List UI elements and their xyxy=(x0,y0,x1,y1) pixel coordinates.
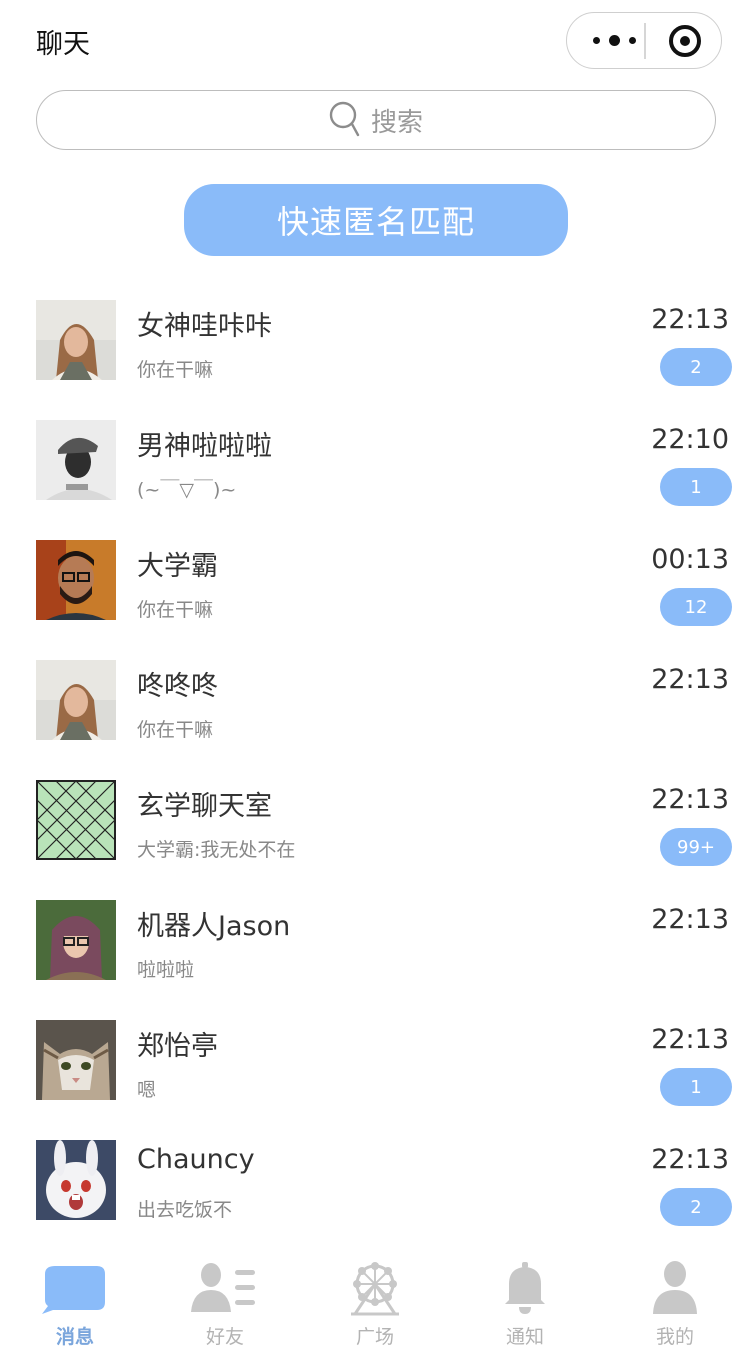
chat-item[interactable]: 男神啦啦啦 (~￣▽￣)~ 22:10 1 xyxy=(0,400,750,520)
avatar xyxy=(36,540,116,620)
avatar xyxy=(36,300,116,380)
unread-badge: 1 xyxy=(660,1068,732,1106)
tab-bar: 消息 好友 广场 通知 我的 xyxy=(0,1250,750,1360)
chat-bubble-icon xyxy=(42,1266,105,1314)
chat-item[interactable]: 玄学聊天室 大学霸:我无处不在 22:13 99+ xyxy=(0,760,750,880)
chat-name: Chauncy xyxy=(137,1144,255,1175)
mini-program-capsule xyxy=(566,12,722,69)
chat-preview: 你在干嘛 xyxy=(137,719,214,741)
tab-profile[interactable]: 我的 xyxy=(600,1250,750,1360)
tab-friends[interactable]: 好友 xyxy=(150,1250,300,1360)
friends-list-icon xyxy=(191,1263,255,1312)
chat-item[interactable]: 大学霸 你在干嘛 00:13 12 xyxy=(0,520,750,640)
capsule-divider xyxy=(644,23,646,59)
chat-list: 女神哇咔咔 你在干嘛 22:13 2 男神啦啦啦 (~￣▽￣)~ 22:10 1… xyxy=(0,280,750,1240)
unread-badge: 2 xyxy=(660,348,732,386)
ferris-wheel-icon xyxy=(351,1262,399,1316)
avatar xyxy=(36,780,116,860)
chat-preview: 你在干嘛 xyxy=(137,359,214,381)
tab-messages[interactable]: 消息 xyxy=(0,1250,150,1360)
avatar xyxy=(36,1140,116,1220)
tab-label: 好友 xyxy=(205,1326,244,1348)
search-input[interactable]: 搜索 xyxy=(36,90,716,150)
chat-name: 大学霸 xyxy=(137,551,218,582)
bell-icon xyxy=(505,1262,545,1314)
search-placeholder: 搜索 xyxy=(370,107,423,138)
navigation-bar: 聊天 xyxy=(0,0,750,82)
quick-anonymous-match-button[interactable]: 快速匿名匹配 xyxy=(184,184,568,256)
tab-label: 消息 xyxy=(55,1326,94,1348)
chat-preview: 出去吃饭不 xyxy=(137,1199,233,1221)
tab-notifications[interactable]: 通知 xyxy=(450,1250,600,1360)
chat-time: 00:13 xyxy=(651,544,729,575)
unread-badge: 1 xyxy=(660,468,732,506)
chat-name: 女神哇咔咔 xyxy=(137,311,272,342)
unread-badge: 2 xyxy=(660,1188,732,1226)
chat-name: 郑怡亭 xyxy=(137,1031,218,1062)
chat-name: 机器人Jason xyxy=(137,911,291,942)
avatar xyxy=(36,420,116,500)
chat-item[interactable]: 郑怡亭 嗯 22:13 1 xyxy=(0,1000,750,1120)
chat-item[interactable]: Chauncy 出去吃饭不 22:13 2 xyxy=(0,1120,750,1240)
chat-preview: 大学霸:我无处不在 xyxy=(137,839,296,861)
chat-item[interactable]: 咚咚咚 你在干嘛 22:13 xyxy=(0,640,750,760)
chat-item[interactable]: 女神哇咔咔 你在干嘛 22:13 2 xyxy=(0,280,750,400)
chat-preview: 啦啦啦 xyxy=(137,959,195,981)
chat-item[interactable]: 机器人Jason 啦啦啦 22:13 xyxy=(0,880,750,1000)
chat-preview: (~￣▽￣)~ xyxy=(137,479,237,501)
chat-name: 咚咚咚 xyxy=(137,671,218,702)
close-target-icon[interactable] xyxy=(669,25,701,57)
tab-label: 我的 xyxy=(655,1326,694,1348)
chat-name: 男神啦啦啦 xyxy=(137,431,272,462)
avatar xyxy=(36,660,116,740)
avatar xyxy=(36,900,116,980)
tab-square[interactable]: 广场 xyxy=(300,1250,450,1360)
avatar xyxy=(36,1020,116,1100)
chat-time: 22:13 xyxy=(651,784,729,815)
chat-time: 22:13 xyxy=(651,904,729,935)
chat-time: 22:10 xyxy=(651,424,729,455)
person-icon xyxy=(653,1261,697,1314)
chat-name: 玄学聊天室 xyxy=(137,791,272,822)
page-title: 聊天 xyxy=(36,29,90,60)
unread-badge: 99+ xyxy=(660,828,732,866)
search-icon xyxy=(329,101,360,137)
more-options-icon[interactable] xyxy=(585,13,643,68)
chat-time: 22:13 xyxy=(651,1144,729,1175)
chat-preview: 你在干嘛 xyxy=(137,599,214,621)
tab-label: 通知 xyxy=(505,1326,544,1348)
chat-time: 22:13 xyxy=(651,664,729,695)
chat-time: 22:13 xyxy=(651,304,729,335)
chat-time: 22:13 xyxy=(651,1024,729,1055)
tab-label: 广场 xyxy=(355,1326,394,1348)
chat-preview: 嗯 xyxy=(137,1079,157,1101)
unread-badge: 12 xyxy=(660,588,732,626)
